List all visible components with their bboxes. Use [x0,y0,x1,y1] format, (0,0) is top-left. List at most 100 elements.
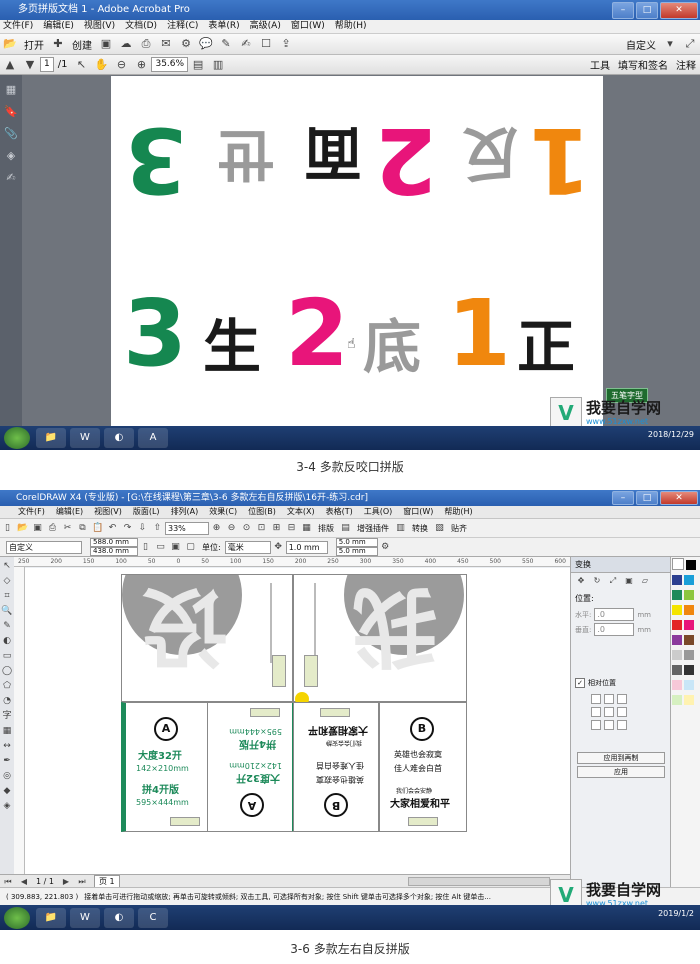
color-swatch[interactable] [672,605,682,615]
email-icon[interactable]: ✉ [159,37,173,51]
unit-dropdown[interactable]: 毫米 [224,540,271,554]
cell-top-left[interactable]: 设 [121,574,293,702]
undo-icon[interactable]: ↶ [107,523,118,534]
upload-icon[interactable]: ☁ [119,37,133,51]
next-page-icon[interactable]: ▼ [23,58,37,72]
color-swatch[interactable] [684,605,694,615]
paiban-button[interactable]: 排版 [318,523,334,534]
corel-minimize-button[interactable]: – [612,491,634,505]
attachment-icon[interactable]: 📎 [4,127,18,141]
fill-tool-icon[interactable]: ◆ [1,785,13,797]
copy-icon[interactable]: ⧉ [77,523,88,534]
menu-forms[interactable]: 表单(R) [208,20,239,33]
ellipse-tool-icon[interactable]: ◯ [1,665,13,677]
apply-button[interactable]: 应用 [577,766,665,778]
dup-x-field[interactable]: 5.0 mm [335,538,378,547]
print-icon[interactable]: ⎙ [47,523,58,534]
color-swatch[interactable] [684,650,694,660]
select-arrow-icon[interactable]: ↖ [74,58,88,72]
portrait-icon[interactable]: ▯ [140,542,151,553]
skew-tab-icon[interactable]: ▱ [640,576,650,586]
tools-pane-button[interactable]: 工具 [590,57,610,72]
shape-tool-icon[interactable]: ◇ [1,575,13,587]
page-width-field[interactable]: 588.0 mm [90,538,138,547]
corel-menu-layout[interactable]: 版面(L) [133,506,160,518]
size-tab-icon[interactable]: ▣ [624,576,634,586]
export-icon[interactable]: ⇪ [279,37,293,51]
anchor-box[interactable] [617,720,627,730]
color-swatch[interactable] [684,665,694,675]
chevron-down-icon[interactable]: ▾ [663,37,677,51]
vertical-ruler[interactable] [14,567,25,877]
fit-width-icon[interactable]: ▥ [211,58,225,72]
cut-icon[interactable]: ✂ [62,523,73,534]
corel-menu-help[interactable]: 帮助(H) [444,506,472,518]
anchor-box[interactable] [591,720,601,730]
zoom-width-icon[interactable]: ⊟ [286,523,297,534]
anchor-box[interactable] [591,694,601,704]
export-icon[interactable]: ⇧ [152,523,163,534]
color-swatch[interactable] [684,635,694,645]
page-preset-dropdown[interactable]: 自定义 [6,540,82,554]
color-swatch[interactable] [672,558,684,570]
zoom-page-icon[interactable]: ⊡ [256,523,267,534]
v-position-field[interactable]: .0 [594,623,635,636]
color-swatch[interactable] [684,680,694,690]
color-swatch[interactable] [684,575,694,585]
color-swatch[interactable] [686,560,696,570]
card-b-front[interactable]: B 英雄也会寂寞 佳人难会白首 我们会会安静 大家相爱和平 [379,702,467,832]
prev-page-icon[interactable]: ▲ [3,58,17,72]
open-icon[interactable]: 📂 [17,523,28,534]
app-taskbar-icon[interactable]: ◐ [104,907,134,928]
color-swatch[interactable] [672,590,682,600]
plugin-button[interactable]: 增强插件 [357,523,389,534]
snap-button[interactable]: 贴齐 [451,523,467,534]
menu-view[interactable]: 视图(V) [84,20,115,33]
drawing-canvas[interactable]: 设 我 A 大度32开 142×210mm 拼4开版 595×444mm A 大… [25,568,570,874]
corel-menu-table[interactable]: 表格(T) [326,506,353,518]
open-folder-icon[interactable]: 📂 [3,37,17,51]
zoom-in-icon[interactable]: ⊕ [211,523,222,534]
thumbnails-icon[interactable]: ▦ [4,83,18,97]
basic-shapes-icon[interactable]: ◔ [1,695,13,707]
corel-close-button[interactable]: ✕ [660,491,698,505]
redo-icon[interactable]: ↷ [122,523,133,534]
menu-advanced[interactable]: 高级(A) [250,20,281,33]
color-swatch[interactable] [672,695,682,705]
zoom-out-icon[interactable]: ⊖ [226,523,237,534]
import-icon[interactable]: ⇩ [137,523,148,534]
page-number-field[interactable]: 1 [40,57,54,72]
paiban-icon[interactable]: ▦ [301,523,312,534]
create-icon[interactable]: ✚ [51,37,65,51]
fill-sign-pane-button[interactable]: 填写和签名 [618,57,668,72]
convert-icon[interactable]: ▥ [395,523,406,534]
card-a-back[interactable]: A 大度32开 142×210mm 拼4开版 595×444mm [207,702,297,832]
position-tab-icon[interactable]: ✥ [576,576,586,586]
menu-file[interactable]: 文件(F) [3,20,33,33]
color-swatch[interactable] [672,575,682,585]
expand-icon[interactable]: ⤢ [683,37,697,51]
save-icon[interactable]: ▣ [99,37,113,51]
maximize-button[interactable]: □ [636,2,658,19]
plugin-icon[interactable]: ▤ [340,523,351,534]
zoom-field[interactable]: 35.6% [151,57,189,72]
stamp-icon[interactable]: ✎ [219,37,233,51]
coreldraw-taskbar-icon[interactable]: C [138,907,168,928]
color-swatch[interactable] [684,620,694,630]
corel-menu-bitmaps[interactable]: 位图(B) [248,506,276,518]
menu-window[interactable]: 窗口(W) [291,20,325,33]
word-taskbar-icon[interactable]: W [70,907,100,928]
options-icon[interactable]: ⚙ [380,542,391,553]
sign-icon[interactable]: ✍ [239,37,253,51]
menu-document[interactable]: 文档(D) [125,20,157,33]
scale-tab-icon[interactable]: ⤢ [608,576,618,586]
interactive-fill-icon[interactable]: ◈ [1,800,13,812]
new-doc-icon[interactable]: ▯ [2,523,13,534]
menu-comment[interactable]: 注释(C) [167,20,198,33]
zoom-tool-icon[interactable]: 🔍 [1,605,13,617]
apply-to-duplicate-button[interactable]: 应用到再制 [577,752,665,764]
rectangle-tool-icon[interactable]: ▭ [1,650,13,662]
explorer-taskbar-icon[interactable]: 📁 [36,428,66,448]
zoom-selected-icon[interactable]: ⊞ [271,523,282,534]
relative-checkbox[interactable]: ✓ [575,678,585,688]
